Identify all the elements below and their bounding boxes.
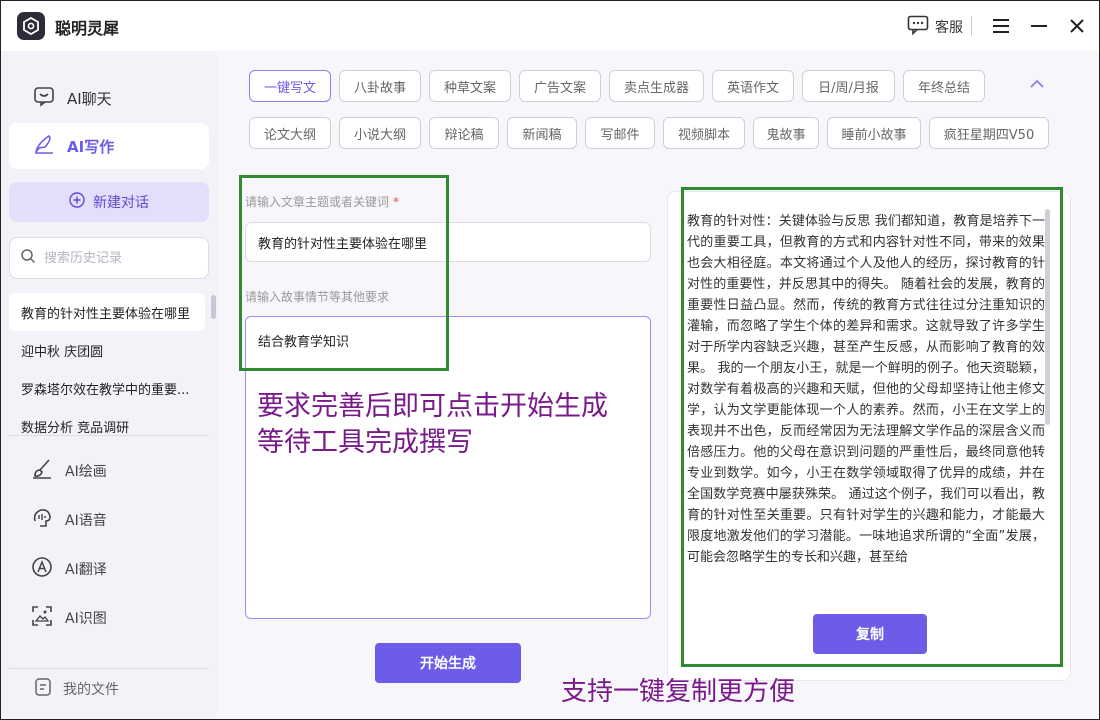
tool-label: AI识图 xyxy=(65,611,107,627)
topic-label: 请输入文章主题或者关键词 * xyxy=(245,193,399,210)
nav-ai-voice[interactable]: AI语音 xyxy=(31,505,107,535)
new-chat-label: 新建对话 xyxy=(93,195,149,211)
tag-video-script[interactable]: 视频脚本 xyxy=(663,117,745,149)
minimize-icon[interactable] xyxy=(1029,16,1049,36)
tag-bedtime-story[interactable]: 睡前小故事 xyxy=(827,117,921,149)
history-list: 教育的针对性主要体验在哪里 迎中秋 庆团圆 罗森塔尔效在教学中的重要... 数据… xyxy=(9,293,205,445)
nav-ai-translate[interactable]: AI翻译 xyxy=(31,554,107,584)
annotation-instructions: 要求完善后即可点击开始生成 等待工具完成撰写 xyxy=(257,389,608,461)
tag-paper-outline[interactable]: 论文大纲 xyxy=(249,117,331,149)
customer-service-label: 客服 xyxy=(935,20,963,36)
voice-icon xyxy=(31,507,53,533)
my-files-button[interactable]: 我的文件 xyxy=(9,668,209,708)
tag-ghost-story[interactable]: 鬼故事 xyxy=(753,117,819,149)
history-search-input[interactable] xyxy=(44,250,194,266)
chat-icon xyxy=(33,85,55,111)
tag-one-click-article[interactable]: 一键写文 xyxy=(249,70,331,102)
history-item[interactable]: 教育的针对性主要体验在哪里 xyxy=(9,293,205,331)
translate-icon xyxy=(31,556,53,582)
tag-novel-outline[interactable]: 小说大纲 xyxy=(339,117,421,149)
tag-write-email[interactable]: 写邮件 xyxy=(585,117,655,149)
tag-seeding-copy[interactable]: 种草文案 xyxy=(429,70,511,102)
app-logo-icon xyxy=(17,12,45,40)
history-item[interactable]: 迎中秋 庆团圆 xyxy=(9,331,205,369)
nav-label: AI聊天 xyxy=(67,89,112,108)
customer-service-button[interactable]: 客服 xyxy=(907,15,963,39)
plot-text: 结合教育学知识 xyxy=(258,335,350,350)
new-chat-button[interactable]: 新建对话 xyxy=(9,182,209,222)
tag-gossip-story[interactable]: 八卦故事 xyxy=(339,70,421,102)
tag-press-release[interactable]: 新闻稿 xyxy=(507,117,577,149)
tool-label: AI绘画 xyxy=(65,464,107,480)
app-window: 聪明灵犀 客服 AI聊天 AI写作 新建对话 搜索历史记录 教育的针对性主要体验… xyxy=(0,0,1100,720)
brush-icon xyxy=(31,458,53,484)
topic-input[interactable]: 教育的针对性主要体验在哪里 xyxy=(245,222,651,262)
scan-image-icon xyxy=(31,605,53,631)
start-generate-button[interactable]: 开始生成 xyxy=(375,643,521,683)
tag-ad-copy[interactable]: 广告文案 xyxy=(519,70,601,102)
title-bar: 聪明灵犀 客服 xyxy=(1,1,1099,51)
tag-english-essay[interactable]: 英语作文 xyxy=(712,70,794,102)
history-search xyxy=(9,237,209,279)
tag-debate-speech[interactable]: 辩论稿 xyxy=(429,117,499,149)
chat-bubble-icon xyxy=(907,15,929,39)
nav-ai-writing[interactable]: AI写作 xyxy=(9,123,209,169)
required-mark: * xyxy=(393,195,400,209)
history-item[interactable]: 罗森塔尔效在教学中的重要... xyxy=(9,369,205,407)
tool-label: AI语音 xyxy=(65,513,107,529)
annotation-highlight-output xyxy=(681,187,1063,667)
app-title: 聪明灵犀 xyxy=(55,19,120,38)
main-panel: 一键写文 八卦故事 种草文案 广告文案 卖点生成器 英语作文 日/周/月报 年终… xyxy=(217,51,1099,719)
tag-daily-weekly-monthly-report[interactable]: 日/周/月报 xyxy=(802,70,895,102)
title-divider xyxy=(971,16,972,36)
my-files-label: 我的文件 xyxy=(63,681,119,698)
tag-year-end-summary[interactable]: 年终总结 xyxy=(903,70,985,102)
plot-label: 请输入故事情节等其他要求 xyxy=(245,290,390,304)
tool-label: AI翻译 xyxy=(65,562,107,578)
annotation-line: 等待工具完成撰写 xyxy=(257,427,473,458)
file-icon xyxy=(33,677,53,701)
tag-selling-point-generator[interactable]: 卖点生成器 xyxy=(609,70,704,102)
sidebar: AI聊天 AI写作 新建对话 搜索历史记录 教育的针对性主要体验在哪里 迎中秋 … xyxy=(1,51,217,719)
collapse-chevron-up-icon[interactable] xyxy=(1029,75,1045,94)
pen-icon xyxy=(33,133,55,159)
nav-label: AI写作 xyxy=(67,137,115,156)
search-icon xyxy=(20,248,36,268)
plot-textarea[interactable]: 结合教育学知识 xyxy=(245,316,651,619)
sidebar-divider xyxy=(9,435,209,436)
annotation-line: 要求完善后即可点击开始生成 xyxy=(257,391,608,422)
history-item[interactable]: 数据分析 竞品调研 xyxy=(9,407,205,445)
annotation-copy-caption: 支持一键复制更方便 xyxy=(561,677,796,707)
nav-ai-painting[interactable]: AI绘画 xyxy=(31,456,107,486)
topic-label-text: 请输入文章主题或者关键词 xyxy=(245,195,390,209)
history-scrollbar[interactable] xyxy=(211,295,216,319)
nav-ai-image-recognition[interactable]: AI识图 xyxy=(31,603,107,633)
nav-ai-chat[interactable]: AI聊天 xyxy=(9,75,209,121)
tag-crazy-thursday-v50[interactable]: 疯狂星期四V50 xyxy=(929,117,1049,149)
menu-icon[interactable] xyxy=(991,16,1011,36)
plus-circle-icon xyxy=(69,192,85,212)
close-icon[interactable] xyxy=(1067,16,1087,36)
